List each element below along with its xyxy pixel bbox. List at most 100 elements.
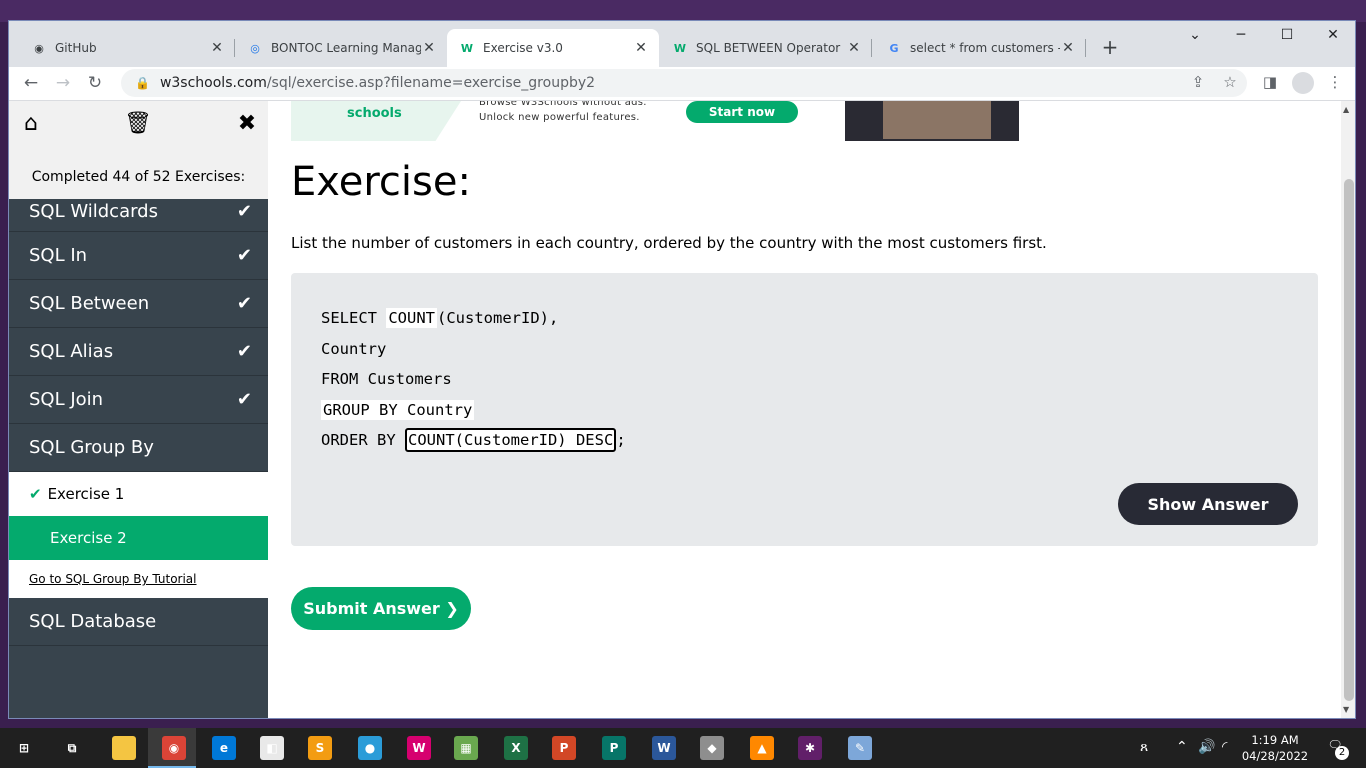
slack-icon[interactable]: ✱ <box>798 736 822 760</box>
code-line-2: Country <box>321 340 387 358</box>
tab-title: GitHub <box>55 41 97 55</box>
people-icon[interactable]: ጸ <box>1140 739 1148 755</box>
code-text: ORDER BY <box>321 431 405 449</box>
word-icon[interactable]: W <box>652 736 676 760</box>
edge-icon[interactable]: e <box>212 736 236 760</box>
clock-time: 1:19 AM <box>1251 733 1299 747</box>
close-icon[interactable]: ✕ <box>633 40 649 56</box>
back-icon[interactable]: ← <box>20 73 42 93</box>
reload-icon[interactable]: ↻ <box>84 73 106 93</box>
sidebar-item-sql-in[interactable]: SQL In ✔ <box>9 232 268 280</box>
app-tool-icon[interactable]: ◆ <box>700 736 724 760</box>
code-editor: SELECT COUNT (CustomerID), Country FROM C… <box>291 273 1318 546</box>
menu-icon[interactable]: ⋮ <box>1324 73 1346 91</box>
share-icon[interactable]: ⇪ <box>1187 73 1209 91</box>
banner-line-2: Unlock new powerful features. <box>479 112 640 123</box>
moodle-icon: ◎ <box>250 41 260 55</box>
sidebar-item-sql-wildcards[interactable]: SQL Wildcards ✔ <box>9 192 268 232</box>
taskbar: ⊞ ⧉ ◉ e ◧ S ● W ▦ X P P W ◆ ▲ ✱ ✎ ጸ ⌃ 🔊 ◜ 1:19 AM 04/28/… <box>0 728 1366 768</box>
forward-icon[interactable]: → <box>52 73 74 93</box>
app-chart-icon[interactable]: ▦ <box>454 736 478 760</box>
powerpoint-icon[interactable]: P <box>552 736 576 760</box>
sidebar-item-label: SQL Join <box>29 389 104 410</box>
paint-icon[interactable]: ✎ <box>848 736 872 760</box>
tab-github[interactable]: ◉ GitHub ✕ <box>19 29 235 67</box>
address-toolbar: ← → ↻ 🔒 w3schools.com/sql/exercise.asp?f… <box>9 67 1355 101</box>
file-explorer-icon[interactable] <box>112 736 136 760</box>
minimize-button[interactable]: ─ <box>1218 27 1264 43</box>
tutorial-link[interactable]: Go to SQL Group By Tutorial <box>9 560 268 598</box>
sublime-icon[interactable]: S <box>308 736 332 760</box>
sidebar-item-label: SQL In <box>29 245 88 266</box>
sidebar-subitem-exercise-1[interactable]: ✔ Exercise 1 <box>9 472 268 516</box>
submit-answer-button[interactable]: Submit Answer ❯ <box>291 587 471 630</box>
desktop-background <box>0 0 1366 22</box>
check-icon: ✔ <box>236 201 252 222</box>
side-panel-icon[interactable]: ◨ <box>1259 73 1281 91</box>
tab-google[interactable]: G select * from customers - Go ✕ <box>874 29 1086 67</box>
sidebar-item-sql-database[interactable]: SQL Database <box>9 598 268 646</box>
w3schools-icon: W <box>673 41 687 55</box>
sidebar-item-sql-join[interactable]: SQL Join ✔ <box>9 376 268 424</box>
scroll-down-arrow[interactable]: ▼ <box>1343 705 1349 714</box>
app-pink-icon[interactable]: W <box>407 736 431 760</box>
profile-avatar[interactable] <box>1292 72 1314 94</box>
tab-search-icon[interactable]: ⌄ <box>1172 27 1218 43</box>
answer-slot-3[interactable]: COUNT(CustomerID) DESC <box>405 428 617 452</box>
tab-sql-between[interactable]: W SQL BETWEEN Operator ✕ <box>660 29 872 67</box>
task-view-icon[interactable]: ⧉ <box>60 736 84 760</box>
show-answer-button[interactable]: Show Answer <box>1118 483 1298 525</box>
chrome-icon[interactable]: ◉ <box>162 736 186 760</box>
banner-line-1: Browse W3Schools without ads. <box>479 101 647 108</box>
exercise-title: Exercise: <box>291 159 471 205</box>
maximize-button[interactable]: ☐ <box>1264 27 1310 43</box>
check-icon: ✔ <box>236 293 252 314</box>
sidebar-subitem-exercise-2[interactable]: Exercise 2 <box>9 516 268 560</box>
banner-text: Browse W3Schools without ads. Unlock new… <box>479 101 647 125</box>
publisher-icon[interactable]: P <box>602 736 626 760</box>
subitem-label: Exercise 2 <box>50 529 127 547</box>
new-tab-button[interactable]: + <box>1099 35 1121 59</box>
clock-date: 04/28/2022 <box>1241 749 1309 763</box>
close-window-button[interactable]: ✕ <box>1310 27 1355 43</box>
sidebar-item-sql-alias[interactable]: SQL Alias ✔ <box>9 328 268 376</box>
tab-title: Exercise v3.0 <box>483 41 563 55</box>
close-icon[interactable]: ✖ <box>232 111 262 136</box>
trash-icon[interactable]: 🗑 <box>123 111 153 136</box>
close-icon[interactable]: ✕ <box>421 40 437 56</box>
scrollbar-thumb[interactable] <box>1344 179 1354 701</box>
chevron-up-icon[interactable]: ⌃ <box>1176 739 1188 755</box>
answer-slot-2[interactable]: GROUP BY Country <box>321 400 475 420</box>
close-icon[interactable]: ✕ <box>209 40 225 56</box>
system-clock[interactable]: 1:19 AM 04/28/2022 <box>1240 732 1310 764</box>
close-icon[interactable]: ✕ <box>846 40 862 56</box>
volume-icon[interactable]: 🔊 <box>1198 739 1215 755</box>
close-icon[interactable]: ✕ <box>1060 40 1076 56</box>
scroll-up-arrow[interactable]: ▲ <box>1343 105 1349 114</box>
sidebar-item-sql-group-by[interactable]: SQL Group By <box>9 424 268 472</box>
exercise-description: List the number of customers in each cou… <box>291 234 1047 252</box>
check-icon: ✔ <box>236 389 252 410</box>
wifi-icon[interactable]: ◜ <box>1222 739 1227 755</box>
home-icon[interactable]: ⌂ <box>16 111 46 136</box>
code-line-4: GROUP BY Country <box>321 400 475 420</box>
excel-icon[interactable]: X <box>504 736 528 760</box>
code-line-5: ORDER BY COUNT(CustomerID) DESC; <box>321 428 626 452</box>
github-icon: ◉ <box>34 41 44 55</box>
star-icon[interactable]: ☆ <box>1219 73 1241 91</box>
tab-bontoc[interactable]: ◎ BONTOC Learning Managem ✕ <box>235 29 447 67</box>
app-icon[interactable]: ◧ <box>260 736 284 760</box>
browser-window: ◉ GitHub ✕ ◎ BONTOC Learning Managem ✕ W… <box>8 20 1356 719</box>
notification-center-icon[interactable]: 🗨 2 <box>1325 738 1349 760</box>
address-bar[interactable]: 🔒 w3schools.com/sql/exercise.asp?filenam… <box>121 69 1247 97</box>
code-line-3: FROM Customers <box>321 370 452 388</box>
tab-title: select * from customers - Go <box>910 41 1060 55</box>
app-blue-icon[interactable]: ● <box>358 736 382 760</box>
answer-slot-1[interactable]: COUNT <box>386 308 437 328</box>
tab-title: SQL BETWEEN Operator <box>696 41 841 55</box>
start-icon[interactable]: ⊞ <box>12 736 36 760</box>
sidebar-item-sql-between[interactable]: SQL Between ✔ <box>9 280 268 328</box>
tab-exercise[interactable]: W Exercise v3.0 ✕ <box>447 29 659 67</box>
start-now-button[interactable]: Start now <box>686 101 798 123</box>
vlc-icon[interactable]: ▲ <box>750 736 774 760</box>
